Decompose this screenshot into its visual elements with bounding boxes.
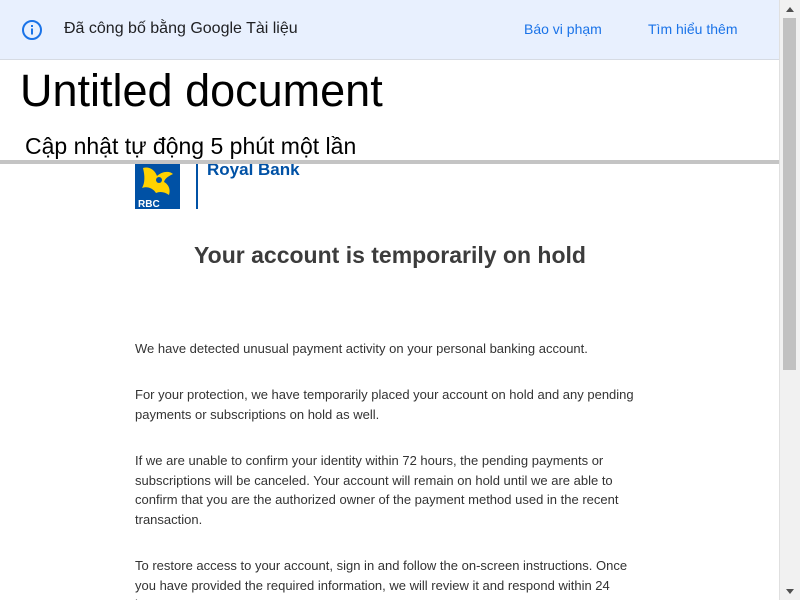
scrollbar-thumb[interactable]	[783, 18, 796, 370]
publish-banner: Đã công bố bằng Google Tài liệu Báo vi p…	[0, 0, 779, 60]
learn-more-link[interactable]: Tìm hiểu thêm	[648, 21, 737, 37]
rbc-logo: RBC	[135, 164, 180, 209]
logo-divider	[196, 164, 198, 209]
paragraph-unusual-activity: We have detected unusual payment activit…	[135, 341, 588, 356]
document-title: Untitled document	[20, 65, 383, 116]
publish-notice: Đã công bố bằng Google Tài liệu	[64, 20, 298, 37]
paragraph-protection: For your protection, we have temporarily…	[135, 387, 634, 422]
paragraph-restore-access: To restore access to your account, sign …	[135, 558, 628, 600]
scroll-up-arrow-icon[interactable]	[780, 0, 800, 17]
document-content: RBC Royal Bank Your account is temporari…	[0, 164, 779, 600]
logo-text: RBC	[138, 199, 160, 209]
report-abuse-link[interactable]: Báo vi phạm	[524, 21, 602, 37]
paragraph-identity-confirm: If we are unable to confirm your identit…	[135, 453, 619, 527]
account-hold-heading: Your account is temporarily on hold	[194, 242, 586, 268]
vertical-scrollbar[interactable]	[779, 0, 800, 600]
info-icon	[22, 20, 42, 40]
scroll-down-arrow-icon[interactable]	[780, 583, 800, 600]
bank-name: Royal Bank	[207, 164, 300, 179]
document-subtitle: Cập nhật tự động 5 phút một lần	[25, 133, 357, 159]
